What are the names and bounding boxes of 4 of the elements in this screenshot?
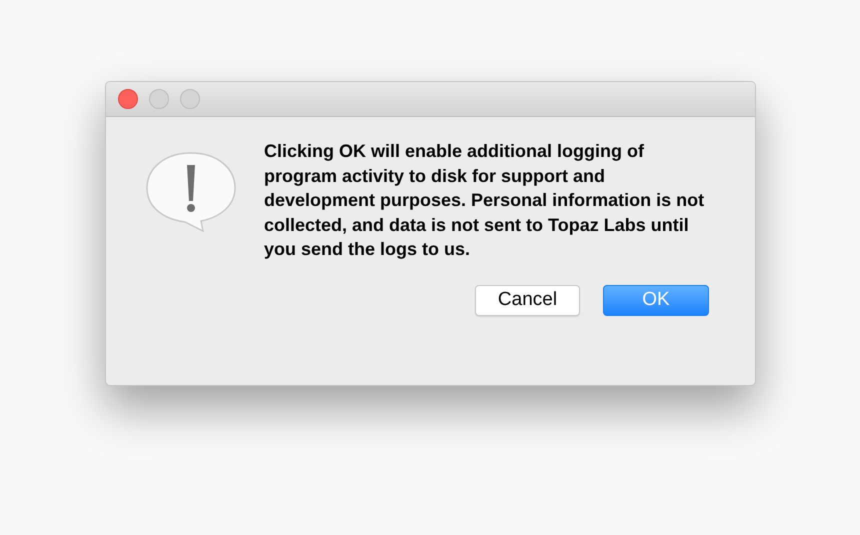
close-button[interactable] <box>118 89 138 109</box>
alert-message: Clicking OK will enable additional logging of program activity to disk for support and development purposes. Personal information is not collected, and data is not sent to Topaz Labs until you send the logs to us. <box>264 140 706 261</box>
cancel-button[interactable]: Cancel <box>475 284 580 316</box>
alert-icon <box>145 151 237 233</box>
